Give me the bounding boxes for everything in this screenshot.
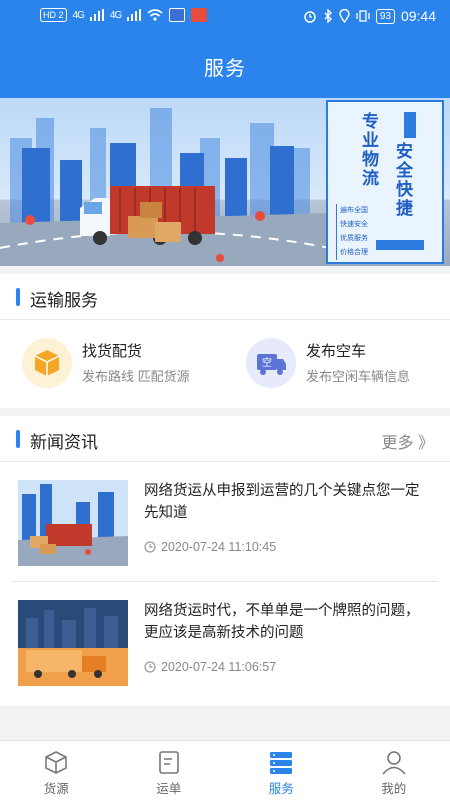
network-tag: HD 2 — [40, 8, 67, 22]
clock-icon — [144, 541, 156, 553]
transport-header: 运输服务 — [0, 274, 450, 320]
news-date-text: 2020-07-24 11:06:57 — [161, 660, 277, 674]
news-section: 新闻资讯 更多 》 网络货运从申报到运营的几个关键点您一定先知道 2020-07… — [0, 416, 450, 706]
signal-bars-icon — [89, 9, 104, 21]
news-item[interactable]: 网络货运从申报到运营的几个关键点您一定先知道 2020-07-24 11:10:… — [12, 462, 438, 582]
poster-title-1: 专业物流 — [359, 112, 378, 188]
tab-cargo[interactable]: 货源 — [0, 741, 113, 800]
location-icon — [339, 9, 350, 23]
tab-bar: 货源 运单 服务 我的 — [0, 740, 450, 800]
service-desc: 发布路线 匹配货源 — [82, 369, 190, 384]
poster-list-item: 遍布全国 — [340, 207, 368, 214]
find-cargo-button[interactable]: 找货配货 发布路线 匹配货源 — [22, 338, 222, 408]
news-headline: 网络货运时代，不单单是一个牌照的问题，更应该是高新技术的问题 — [144, 603, 420, 641]
service-name: 发布空车 — [306, 343, 367, 360]
transport-section: 运输服务 找货配货 发布路线 匹配货源 空 发布空车 发布空闲车辆信息 — [0, 274, 450, 408]
news-date: 2020-07-24 11:06:57 — [144, 660, 276, 674]
section-accent-bar — [16, 430, 20, 448]
poster-title-2: 安全快捷 — [393, 142, 412, 218]
tab-label: 运单 — [156, 782, 182, 796]
banner-illustration — [0, 108, 330, 266]
news-thumbnail — [18, 600, 128, 686]
poster-accent — [376, 240, 424, 250]
news-thumbnail — [18, 480, 128, 566]
app-notification-icon — [169, 8, 186, 22]
poster-accent — [404, 112, 416, 138]
poster-list-item: 快速安全 — [340, 221, 368, 228]
section-title: 新闻资讯 — [30, 433, 98, 452]
tab-label: 我的 — [381, 782, 407, 796]
section-accent-bar — [16, 288, 20, 306]
page-title: 服务 — [204, 58, 246, 80]
clock: 09:44 — [400, 8, 436, 24]
clock-icon — [144, 661, 156, 673]
news-headline: 网络货运从申报到运营的几个关键点您一定先知道 — [144, 483, 420, 521]
app-notification-icon — [191, 8, 208, 22]
poster-list-item: 价格合理 — [340, 249, 368, 256]
box-icon — [45, 751, 68, 774]
service-icon — [270, 752, 293, 774]
section-title: 运输服务 — [30, 291, 98, 310]
post-empty-truck-button[interactable]: 空 发布空车 发布空闲车辆信息 — [246, 338, 436, 408]
alarm-icon — [304, 11, 316, 23]
poster-list-item: 优质服务 — [340, 235, 368, 242]
package-icon — [22, 338, 72, 388]
signal-1: 4G — [72, 9, 85, 21]
top-bar: HD 2 4G 4G 93 09:44 服务 — [0, 0, 450, 98]
banner[interactable]: 专业物流 安全快捷 遍布全国 快速安全 优质服务 价格合理 — [0, 98, 450, 266]
vibrate-icon — [356, 10, 370, 22]
poster-list: 遍布全国 快速安全 优质服务 价格合理 — [336, 204, 368, 260]
tab-label: 货源 — [43, 782, 69, 796]
news-header: 新闻资讯 更多 》 — [0, 416, 450, 462]
tab-profile[interactable]: 我的 — [338, 741, 450, 800]
bluetooth-icon — [324, 9, 332, 23]
news-item[interactable]: 网络货运时代，不单单是一个牌照的问题，更应该是高新技术的问题 2020-07-2… — [12, 582, 438, 702]
signal-2: 4G — [109, 9, 122, 21]
service-desc: 发布空闲车辆信息 — [306, 369, 411, 384]
badge-text: 空 — [262, 356, 272, 369]
tab-label: 服务 — [268, 782, 294, 796]
banner-poster: 专业物流 安全快捷 遍布全国 快速安全 优质服务 价格合理 — [326, 100, 444, 264]
more-link[interactable]: 更多 》 — [382, 429, 434, 453]
news-date-text: 2020-07-24 11:10:45 — [161, 540, 277, 554]
signal-bars-icon — [127, 9, 142, 21]
wifi-icon — [147, 9, 163, 21]
empty-truck-icon: 空 — [246, 338, 296, 388]
status-bar: HD 2 4G 4G 93 09:44 — [0, 0, 450, 34]
service-name: 找货配货 — [82, 343, 143, 360]
tab-service[interactable]: 服务 — [225, 741, 338, 800]
user-icon — [382, 751, 406, 775]
battery-level: 93 — [375, 8, 395, 24]
tab-waybill[interactable]: 运单 — [113, 741, 226, 800]
waybill-icon — [158, 751, 179, 774]
news-date: 2020-07-24 11:10:45 — [144, 540, 276, 554]
